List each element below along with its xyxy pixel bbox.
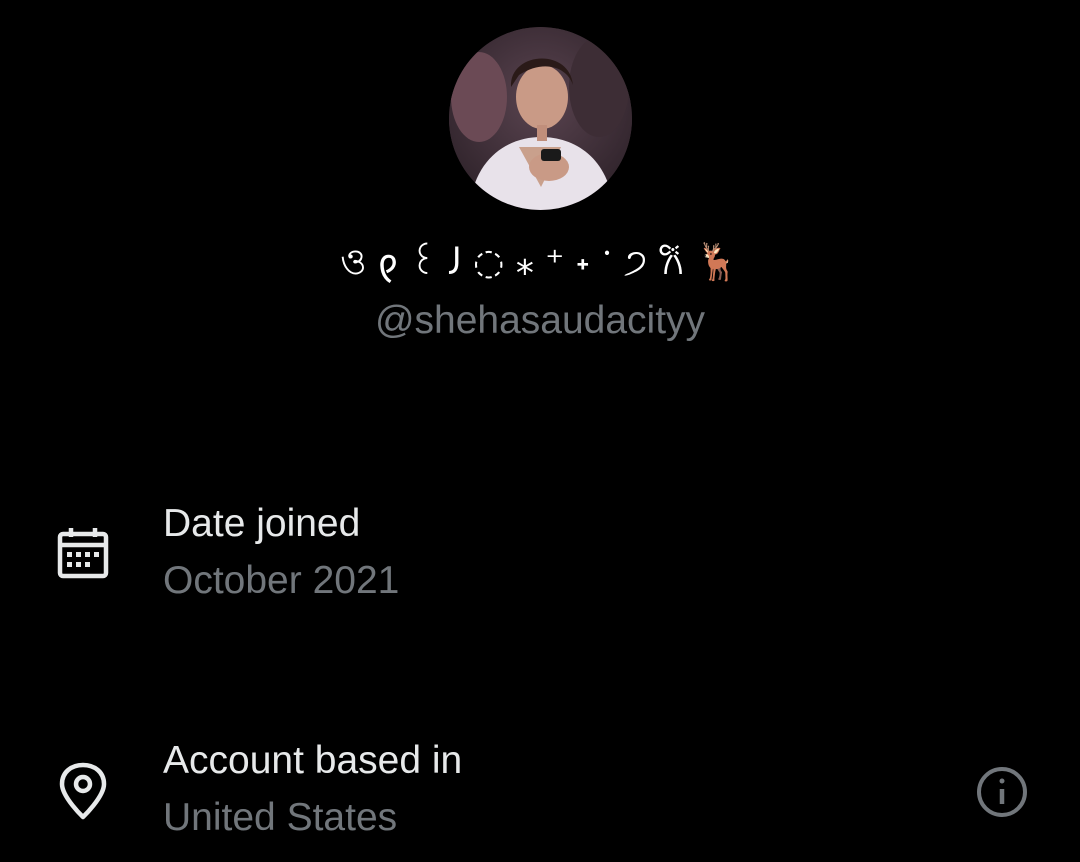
date-joined-label: Date joined xyxy=(163,502,361,545)
display-name: ও 𐑞 ꒰ 𐑓 ◌ ⁎ ⁺ ˖ ॱ ੭ 𐙚 🦌 xyxy=(340,242,740,283)
location-pin-icon xyxy=(54,762,112,820)
date-joined-value: October 2021 xyxy=(163,559,400,602)
account-based-in-value: United States xyxy=(163,796,398,839)
calendar-icon xyxy=(54,525,112,583)
username-handle: @shehasaudacityy xyxy=(374,299,706,342)
info-icon[interactable] xyxy=(975,765,1029,819)
avatar-image xyxy=(449,27,632,210)
account-based-in-label: Account based in xyxy=(163,739,463,782)
avatar[interactable] xyxy=(449,27,632,210)
